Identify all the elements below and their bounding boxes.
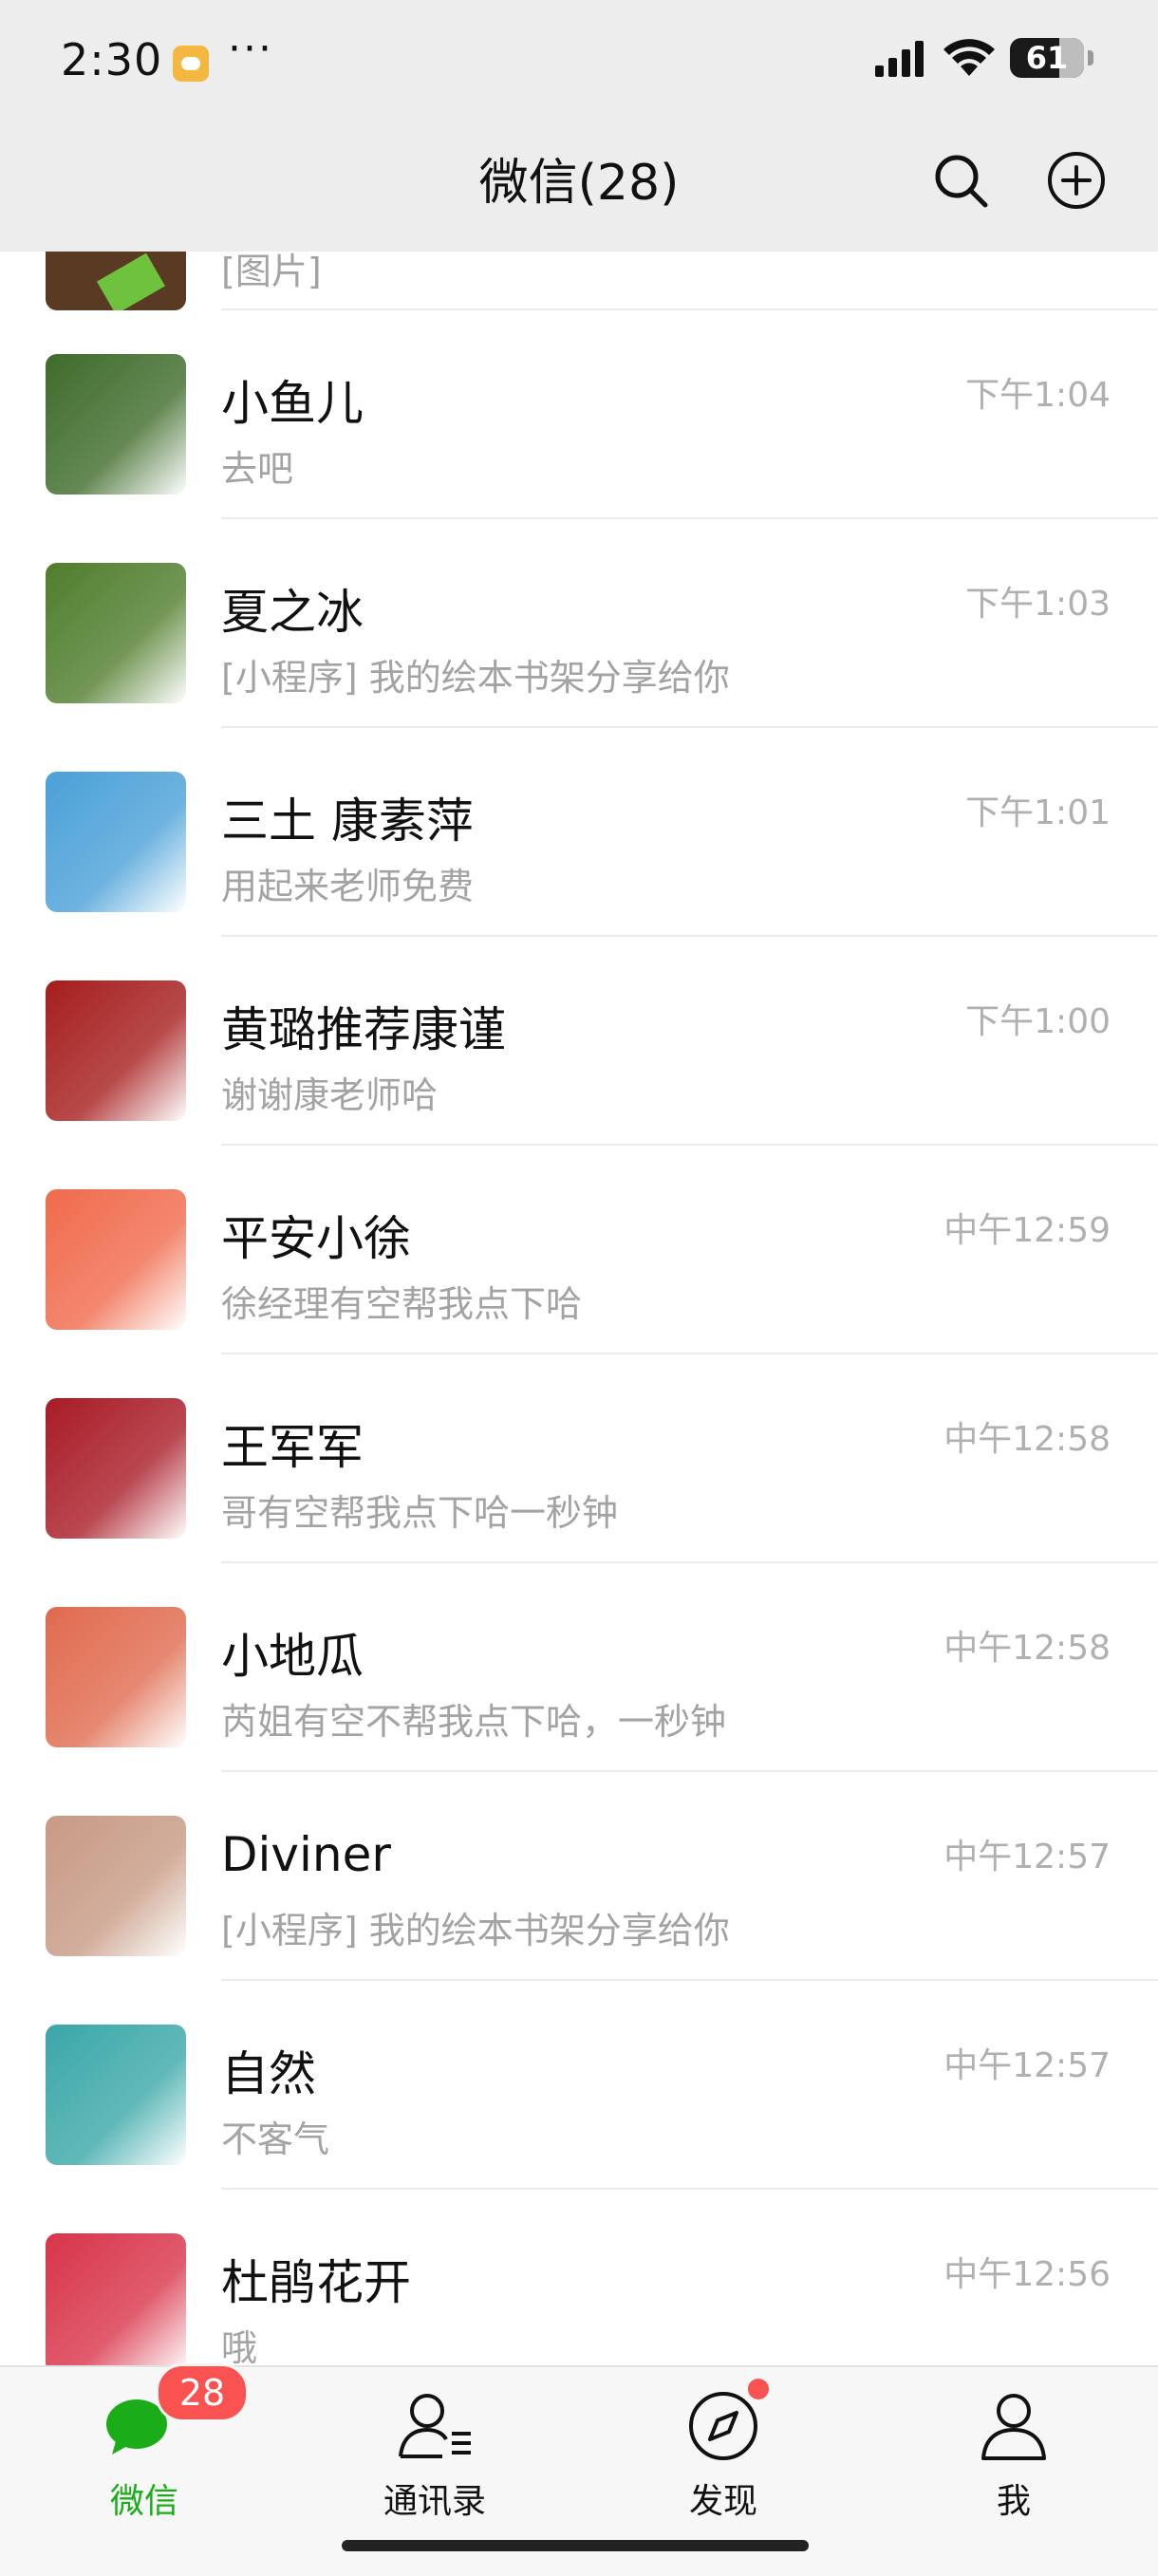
chat-name: 杜鹃花开: [221, 2255, 411, 2310]
contacts-icon: [395, 2386, 475, 2466]
tab-discover[interactable]: 发现: [628, 2379, 818, 2523]
battery-level: 61: [1025, 40, 1069, 76]
chat-message-preview: 芮姐有空不帮我点下哈，一秒钟: [221, 1701, 727, 1743]
avatar: [46, 772, 186, 912]
chat-row[interactable]: 小鱼儿去吧 下午1:04: [0, 310, 1158, 519]
chat-time: 下午1:04: [965, 376, 1111, 415]
chat-message-preview: [小程序] 我的绘本书架分享给你: [221, 657, 730, 699]
chat-message-preview: [图片]: [221, 252, 322, 292]
avatar: [46, 252, 186, 310]
avatar: [46, 1398, 186, 1539]
avatar: [46, 1816, 186, 1956]
chat-name: 王军军: [221, 1420, 364, 1475]
chat-message-preview: [小程序] 我的绘本书架分享给你: [221, 1910, 730, 1951]
chat-name: 自然: [221, 2046, 316, 2101]
chat-row[interactable]: 夏之冰 [小程序] 我的绘本书架分享给你 下午1:03: [0, 519, 1158, 728]
person-icon: [974, 2386, 1054, 2466]
battery-icon: 61: [1010, 38, 1084, 78]
more-status-icons: ···: [228, 25, 273, 73]
chat-message-preview: 徐经理有空帮我点下哈: [221, 1283, 583, 1325]
top-bar: 2:30 ··· 61 微信(28): [0, 0, 1158, 252]
status-time: 2:30: [61, 34, 163, 85]
chat-time: 下午1:00: [965, 1002, 1111, 1041]
chat-row[interactable]: 三土 康素萍用起来老师免费 下午1:01: [0, 728, 1158, 937]
signal-icon: [875, 41, 924, 77]
chat-name: 夏之冰: [221, 585, 364, 640]
chat-message-preview: 哦: [221, 2327, 258, 2365]
chat-message-preview: 哥有空帮我点下哈一秒钟: [221, 1492, 619, 1534]
wifi-icon: [943, 39, 995, 76]
chat-name: 黄璐推荐康谨: [221, 1002, 506, 1057]
chat-row[interactable]: Diviner [小程序] 我的绘本书架分享给你 中午12:57: [0, 1772, 1158, 1981]
chat-name: Diviner: [221, 1827, 391, 1882]
battery-tip: [1088, 50, 1093, 65]
search-icon[interactable]: [930, 150, 991, 211]
status-indicators: 61: [873, 38, 1093, 78]
compass-icon: [683, 2379, 769, 2466]
tab-contacts[interactable]: 通讯录: [340, 2386, 530, 2523]
chat-name: 三土 康素萍: [221, 793, 474, 849]
tab-label: 通讯录: [383, 2482, 486, 2521]
tab-me[interactable]: 我: [919, 2386, 1109, 2523]
chat-row-partial[interactable]: [图片]: [0, 252, 1158, 310]
home-indicator[interactable]: [342, 2540, 809, 2551]
chat-row[interactable]: 自然不客气 中午12:57: [0, 1981, 1158, 2190]
chat-row[interactable]: 黄璐推荐康谨谢谢康老师哈 下午1:00: [0, 937, 1158, 1146]
chat-name: 小鱼儿: [221, 376, 364, 431]
chat-name: 平安小徐: [221, 1211, 411, 1266]
avatar: [46, 354, 186, 495]
avatar: [46, 1189, 186, 1330]
avatar: [46, 980, 186, 1121]
avatar: [46, 563, 186, 703]
tab-weixin[interactable]: 28 微信: [49, 2363, 249, 2523]
chat-message-preview: 用起来老师免费: [221, 866, 475, 907]
chat-row[interactable]: 王军军哥有空帮我点下哈一秒钟 中午12:58: [0, 1354, 1158, 1563]
message-notification-icon: [173, 46, 209, 82]
tab-label: 微信: [109, 2482, 178, 2521]
chat-list: [图片] 小鱼儿 去吧 下午1:04 夏之冰 [小程序] 我的绘本书架分享给你 下午1:0…: [0, 252, 1158, 2365]
chat-time: 中午12:58: [943, 1629, 1111, 1668]
chat-row[interactable]: 小地瓜芮姐有空不帮我点下哈，一秒钟 中午12:58: [0, 1563, 1158, 1772]
chat-name: 小地瓜: [221, 1629, 364, 1684]
avatar: [46, 1607, 186, 1747]
tab-label: 发现: [688, 2482, 757, 2521]
add-icon[interactable]: [1046, 150, 1107, 211]
chat-time: 中午12:58: [943, 1420, 1111, 1459]
chat-message-preview: 不客气: [221, 2119, 330, 2160]
chat-time: 中午12:56: [943, 2255, 1111, 2294]
chat-bubbles-icon: 28: [104, 2363, 249, 2466]
avatar: [46, 2025, 186, 2165]
chat-message-preview: 谢谢康老师哈: [221, 1074, 439, 1116]
chat-row[interactable]: 杜鹃花开哦 中午12:56: [0, 2190, 1158, 2365]
new-indicator-dot: [748, 2379, 769, 2399]
chat-row[interactable]: 平安小徐徐经理有空帮我点下哈 中午12:59: [0, 1146, 1158, 1354]
chat-time: 下午1:03: [965, 585, 1111, 624]
chat-time: 中午12:57: [943, 1838, 1111, 1876]
avatar: [46, 2233, 186, 2365]
chat-message-preview: 去吧: [221, 448, 294, 490]
unread-badge: 28: [156, 2363, 249, 2422]
chat-time: 中午12:57: [943, 2046, 1111, 2085]
chat-time: 下午1:01: [965, 793, 1111, 832]
chat-time: 中午12:59: [943, 1211, 1111, 1250]
tab-label: 我: [996, 2482, 1031, 2521]
